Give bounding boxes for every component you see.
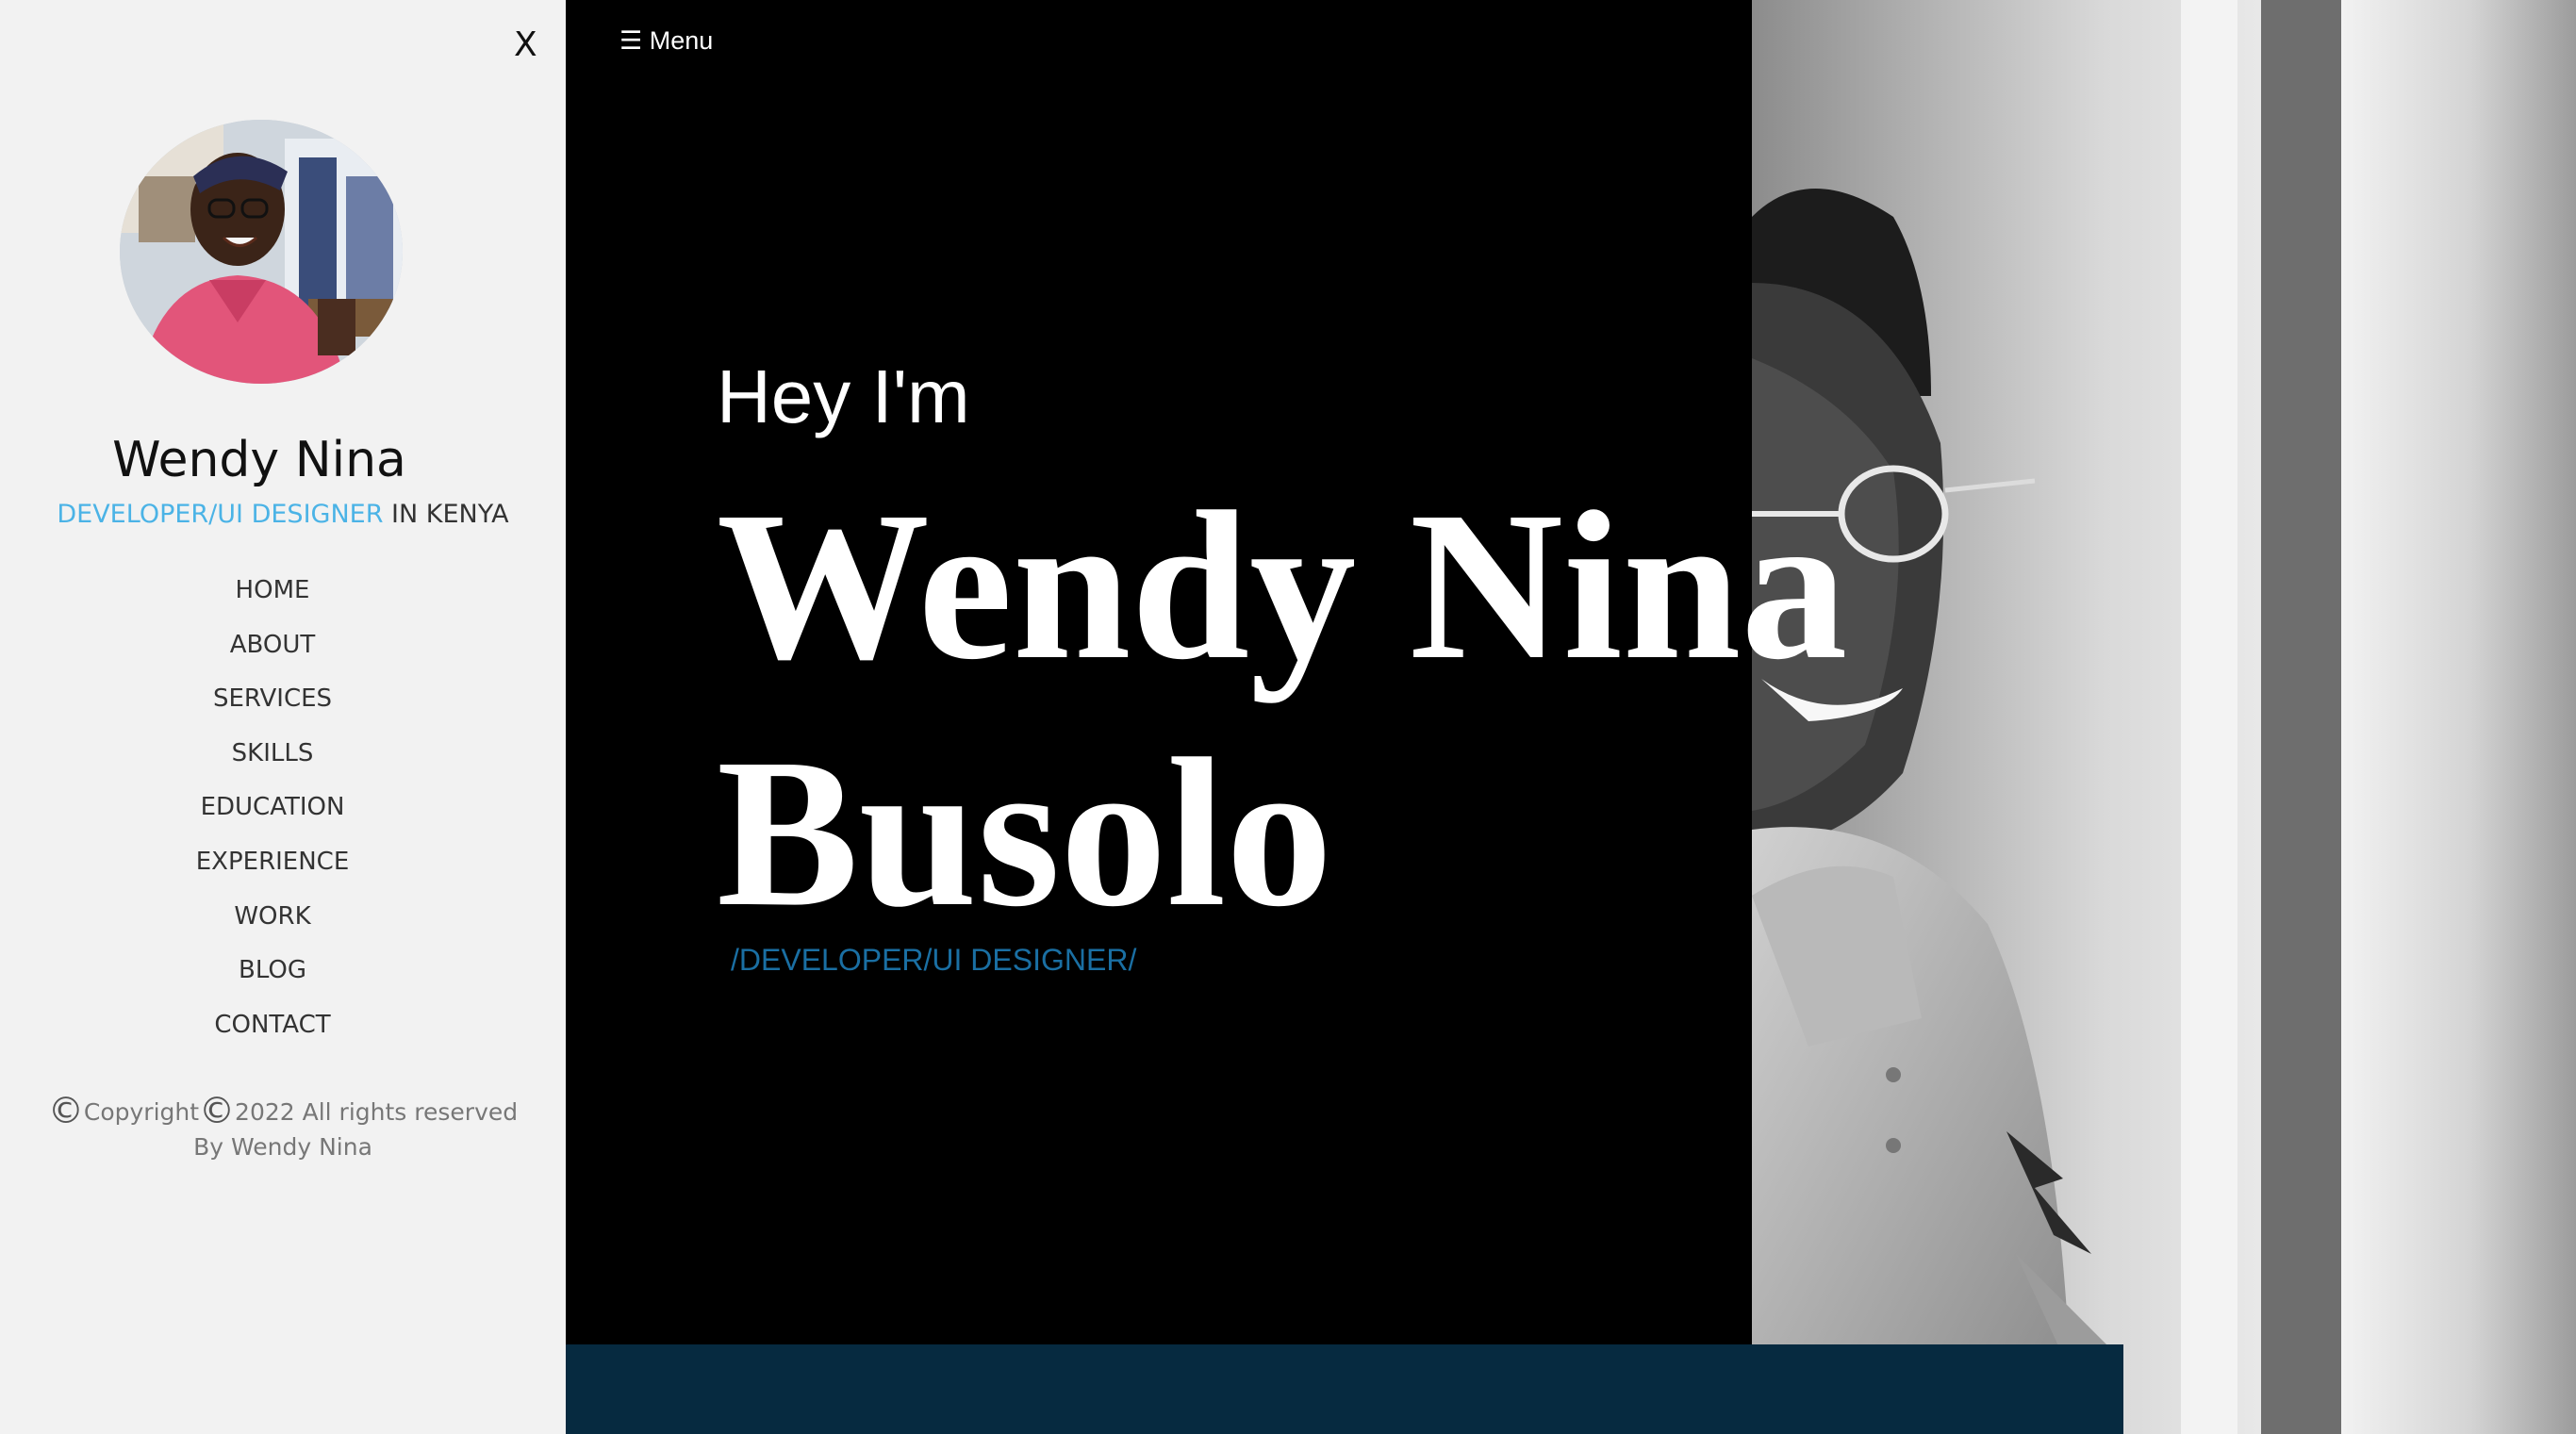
nav-item-education[interactable]: EDUCATION bbox=[0, 788, 545, 843]
nav-item-skills[interactable]: SKILLS bbox=[0, 734, 545, 789]
sidebar-role: DEVELOPER/UI DESIGNER IN KENYA bbox=[0, 500, 566, 529]
page-root: X Wendy Nina DEVELOPER/UI DESIGNER IN KE… bbox=[0, 0, 2576, 1434]
sidebar-name: Wendy Nina bbox=[112, 432, 406, 488]
nav-item-experience[interactable]: EXPERIENCE bbox=[0, 843, 545, 898]
footer-strip bbox=[566, 1344, 2123, 1434]
hero-name: Wendy Nina Busolo bbox=[717, 462, 1942, 956]
sidebar-role-location: IN KENYA bbox=[383, 500, 509, 529]
copyright-year: 2022 All rights reserved bbox=[235, 1098, 519, 1126]
hero-name-line1: Wendy Nina bbox=[717, 468, 1848, 703]
sidebar-nav: HOME ABOUT SERVICES SKILLS EDUCATION EXP… bbox=[0, 571, 545, 1060]
hero-role: /DEVELOPER/UI DESIGNER/ bbox=[731, 943, 1137, 977]
nav-item-contact[interactable]: CONTACT bbox=[0, 1006, 545, 1061]
close-sidebar-button[interactable]: X bbox=[514, 28, 537, 62]
nav-item-home[interactable]: HOME bbox=[0, 571, 545, 626]
sidebar: X Wendy Nina DEVELOPER/UI DESIGNER IN KE… bbox=[0, 0, 566, 1434]
nav-item-services[interactable]: SERVICES bbox=[0, 680, 545, 734]
copyright-word: Copyright bbox=[83, 1098, 200, 1126]
copyright-icon-2: © bbox=[199, 1090, 236, 1131]
hero-greeting: Hey I'm bbox=[717, 354, 970, 438]
nav-item-work[interactable]: WORK bbox=[0, 898, 545, 952]
photo-edge-blur bbox=[2341, 0, 2576, 1434]
copyright-icon: © bbox=[47, 1090, 84, 1131]
avatar bbox=[120, 120, 403, 384]
profile-photo-icon bbox=[120, 120, 403, 384]
nav-item-blog[interactable]: BLOG bbox=[0, 951, 545, 1006]
copyright-author: By Wendy Nina bbox=[193, 1133, 372, 1161]
copyright: ©Copyright©2022 All rights reserved By W… bbox=[38, 1093, 528, 1164]
menu-button[interactable]: ☰ Menu bbox=[619, 26, 713, 56]
hero-name-line2: Busolo bbox=[717, 715, 1333, 950]
sidebar-role-accent: DEVELOPER/UI DESIGNER bbox=[57, 500, 384, 529]
nav-item-about[interactable]: ABOUT bbox=[0, 626, 545, 681]
